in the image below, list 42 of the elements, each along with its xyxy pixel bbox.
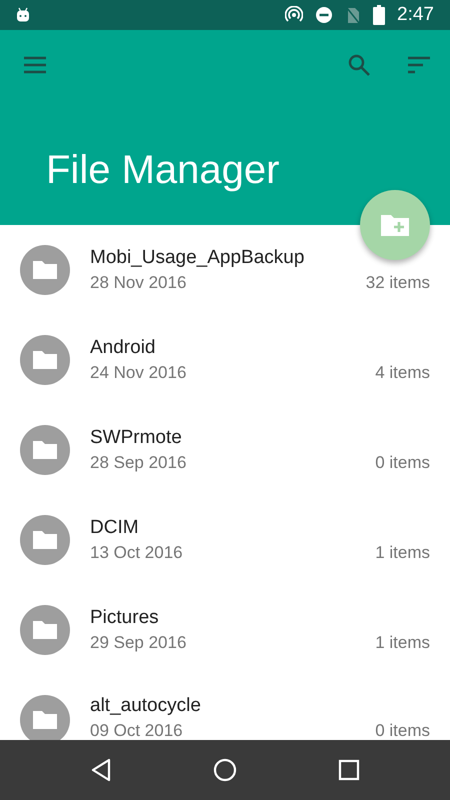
folder-name: alt_autocycle [90, 695, 202, 717]
app-title: File Manager [46, 148, 280, 193]
new-folder-button[interactable] [360, 190, 430, 260]
item-count: 0 items [375, 453, 430, 473]
clock: 2:47 [397, 4, 434, 26]
folder-date: 09 Oct 2016 [90, 721, 183, 740]
robot-icon [15, 7, 31, 23]
folder-name: SWPrmote [90, 427, 183, 449]
folder-date: 28 Sep 2016 [90, 453, 186, 473]
folder-date: 29 Sep 2016 [90, 633, 186, 653]
folder-row[interactable]: SWPrmote 28 Sep 2016 0 items [0, 405, 450, 495]
folder-date: 24 Nov 2016 [90, 363, 186, 383]
folder-name: Mobi_Usage_AppBackup [90, 247, 306, 269]
folder-name: DCIM [90, 517, 140, 539]
do-not-disturb-icon [315, 6, 334, 24]
folder-icon [32, 620, 58, 640]
folder-name: Android [90, 337, 156, 359]
folder-icon [32, 530, 58, 550]
back-icon[interactable] [90, 758, 112, 782]
item-count: 32 items [366, 273, 430, 293]
folder-row[interactable]: DCIM 13 Oct 2016 1 items [0, 495, 450, 585]
search-icon[interactable] [347, 53, 371, 77]
folder-date: 28 Nov 2016 [90, 273, 186, 293]
folder-icon [32, 710, 58, 730]
folder-row[interactable]: Pictures 29 Sep 2016 1 items [0, 585, 450, 675]
home-icon[interactable] [212, 758, 237, 782]
folder-icon [32, 440, 58, 460]
folder-row[interactable]: Mobi_Usage_AppBackup 28 Nov 2016 32 items [0, 225, 450, 315]
battery-icon [373, 5, 386, 25]
folder-icon [32, 260, 58, 280]
folder-date: 13 Oct 2016 [90, 543, 183, 563]
folder-icon [32, 350, 58, 370]
folder-name: Pictures [90, 607, 160, 629]
no-sim-icon [345, 6, 362, 24]
item-count: 1 items [375, 633, 430, 653]
folder-row[interactable]: Android 24 Nov 2016 4 items [0, 315, 450, 405]
item-count: 1 items [375, 543, 430, 563]
item-count: 4 items [375, 363, 430, 383]
folder-plus-icon [380, 213, 410, 237]
hotspot-icon [285, 6, 304, 24]
recents-icon[interactable] [338, 759, 360, 781]
item-count: 0 items [375, 721, 430, 740]
